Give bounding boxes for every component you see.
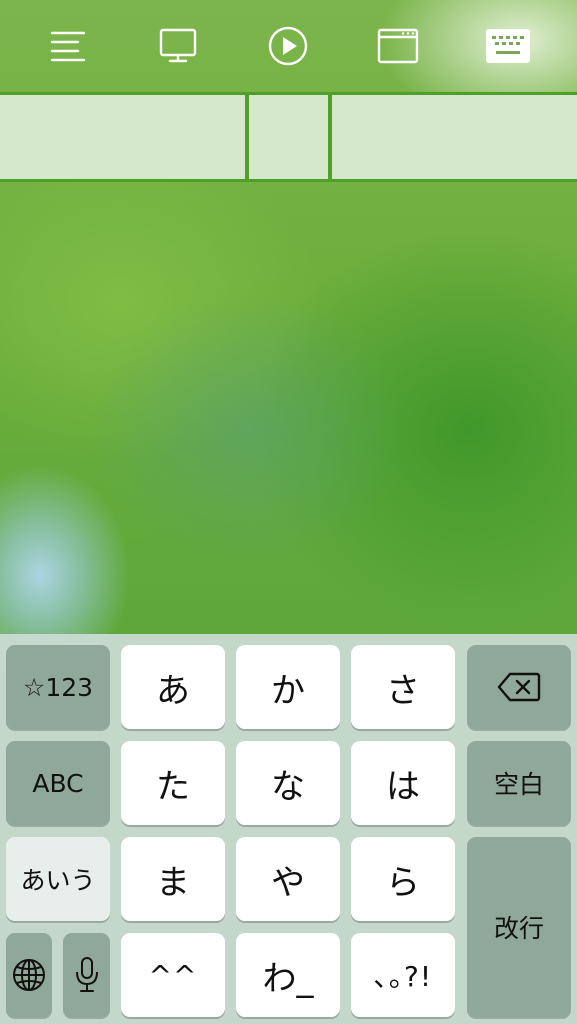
- japanese-kana-keyboard: ☆123 あ か さ ABC た な は 空白 あいう ま や ら 改行 ^^ …: [0, 634, 577, 1024]
- panel-middle[interactable]: [249, 95, 328, 179]
- key-ma[interactable]: ま: [121, 837, 225, 921]
- abc-key[interactable]: ABC: [6, 741, 110, 825]
- abc-key-label: ABC: [32, 768, 84, 798]
- key-a[interactable]: あ: [121, 645, 225, 729]
- emoticon-key-label: ^^: [148, 958, 198, 992]
- key-ka-label: か: [271, 670, 305, 711]
- key-sa[interactable]: さ: [351, 645, 455, 729]
- key-na-label: な: [271, 766, 305, 807]
- numbers-key-label: ☆123: [22, 672, 94, 702]
- play-circle-icon[interactable]: [266, 24, 310, 68]
- key-sa-label: さ: [386, 670, 420, 711]
- return-key-label: 改行: [493, 914, 544, 943]
- key-ha-label: は: [386, 766, 420, 807]
- key-ya[interactable]: や: [236, 837, 340, 921]
- browser-window-icon[interactable]: [376, 24, 420, 68]
- kana-mode-key[interactable]: あいう: [6, 837, 110, 921]
- top-toolbar: [0, 0, 577, 92]
- panel-right[interactable]: [332, 95, 577, 179]
- key-ta[interactable]: た: [121, 741, 225, 825]
- panel-left[interactable]: [0, 95, 245, 179]
- key-a-label: あ: [156, 670, 190, 711]
- key-na[interactable]: な: [236, 741, 340, 825]
- key-ma-label: ま: [156, 862, 190, 903]
- keyboard-icon[interactable]: [486, 24, 531, 68]
- globe-key[interactable]: [6, 933, 52, 1017]
- key-ra[interactable]: ら: [351, 837, 455, 921]
- kana-mode-key-label: あいう: [20, 866, 96, 895]
- key-ya-label: や: [271, 862, 305, 903]
- key-wa-label: わ_: [262, 958, 314, 999]
- punctuation-key-label: ､｡?!: [373, 960, 433, 993]
- monitor-icon[interactable]: [157, 24, 201, 68]
- punctuation-key[interactable]: ､｡?!: [351, 933, 455, 1017]
- key-wa[interactable]: わ_: [236, 933, 340, 1017]
- numbers-key[interactable]: ☆123: [6, 645, 110, 729]
- key-ka[interactable]: か: [236, 645, 340, 729]
- panel-strip: [0, 92, 577, 182]
- emoticon-key[interactable]: ^^: [121, 933, 225, 1017]
- space-key[interactable]: 空白: [467, 741, 571, 825]
- menu-lines-icon[interactable]: [47, 24, 91, 68]
- key-ha[interactable]: は: [351, 741, 455, 825]
- space-key-label: 空白: [493, 770, 544, 799]
- key-ta-label: た: [156, 766, 190, 807]
- microphone-icon: [75, 957, 98, 992]
- key-ra-label: ら: [386, 862, 420, 903]
- return-key[interactable]: 改行: [467, 837, 571, 1017]
- globe-icon: [13, 959, 45, 991]
- microphone-key[interactable]: [63, 933, 110, 1017]
- remote-screen: ☆123 あ か さ ABC た な は 空白 あいう ま や ら 改行 ^^ …: [0, 0, 577, 1024]
- backspace-icon: [497, 672, 541, 702]
- backspace-key[interactable]: [467, 645, 571, 729]
